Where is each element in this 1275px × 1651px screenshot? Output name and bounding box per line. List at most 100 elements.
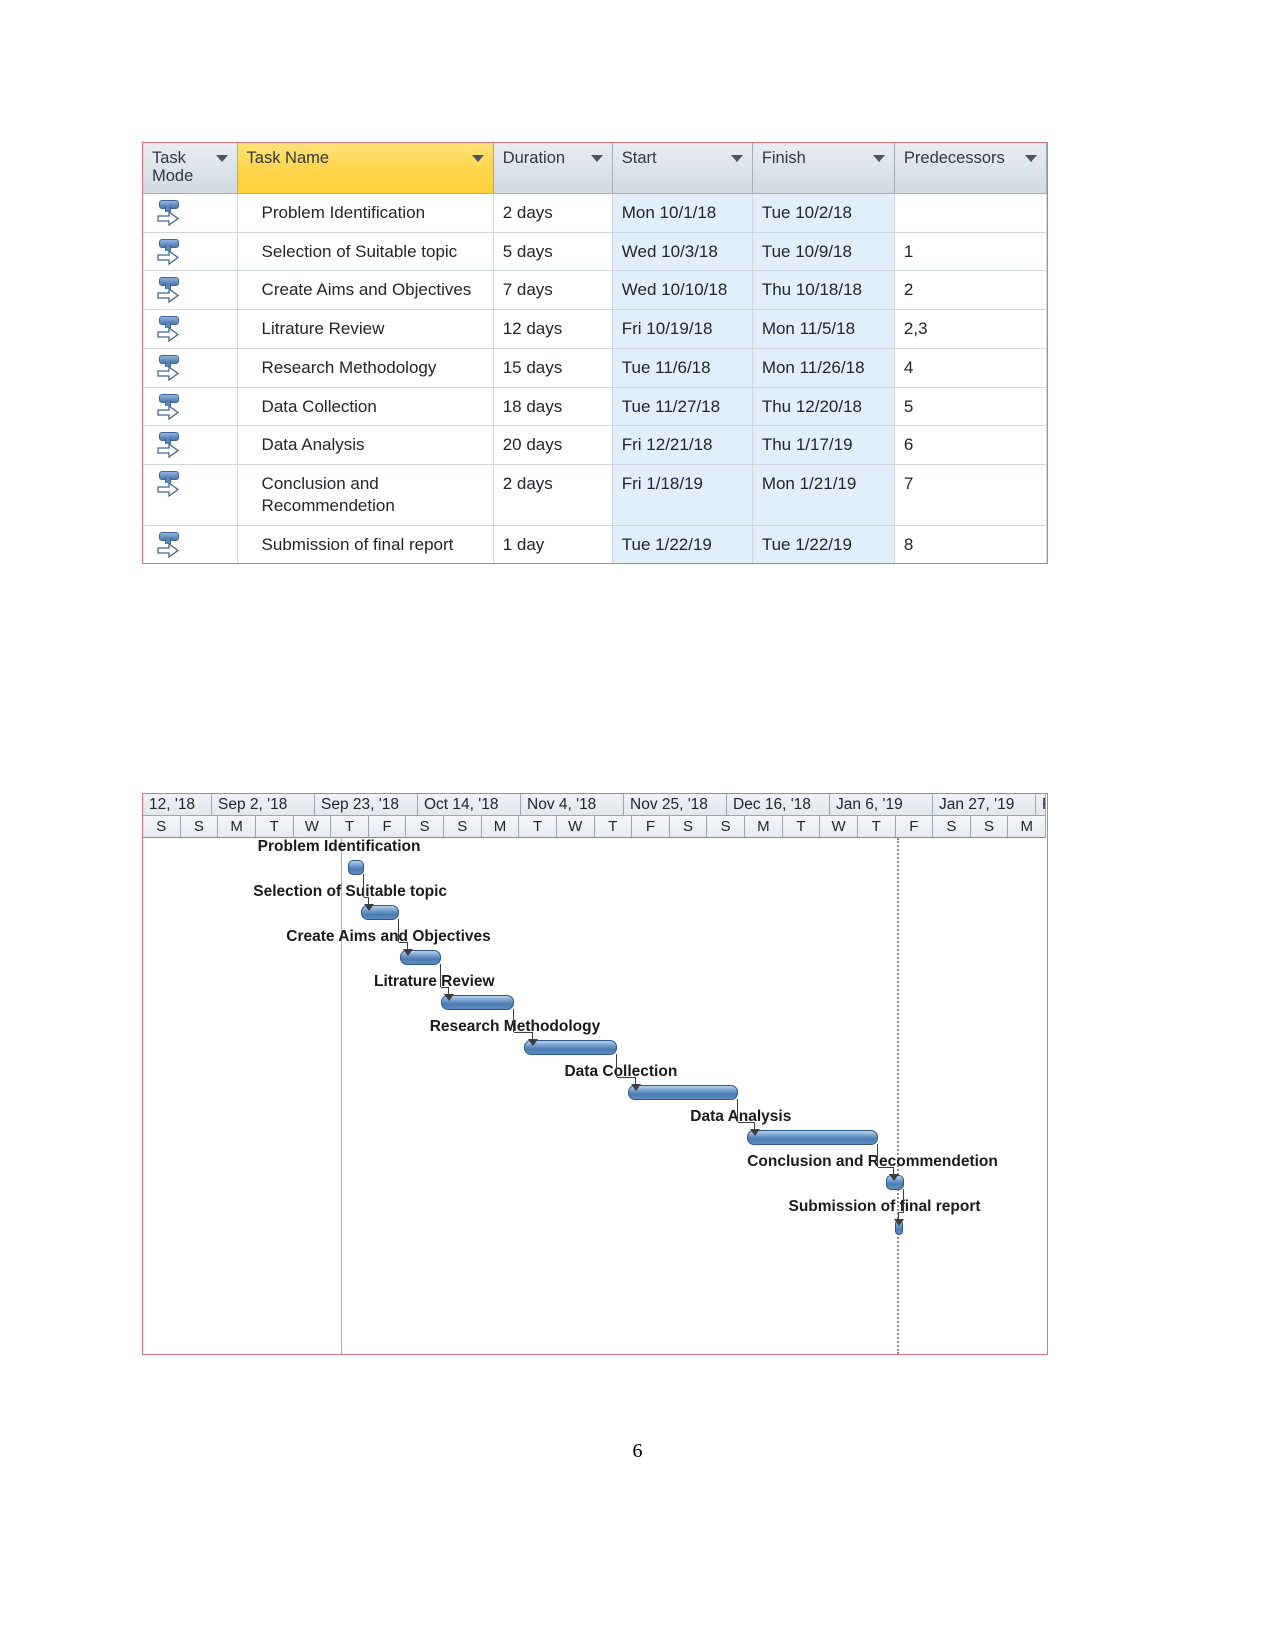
filter-arrow-icon-finish[interactable] <box>872 155 885 162</box>
cell-duration[interactable]: 12 days <box>493 309 613 349</box>
cell-task-mode[interactable] <box>143 387 238 427</box>
cell-predecessors[interactable]: 2 <box>894 270 1048 311</box>
cell-task-mode[interactable] <box>143 425 238 466</box>
gantt-bar[interactable] <box>627 1085 738 1100</box>
dependency-arrow-icon <box>630 1084 641 1091</box>
cell-task-mode[interactable] <box>143 270 238 311</box>
table-row[interactable]: Data Analysis 20 days Fri 12/21/18 Thu 1/17… <box>143 425 1048 466</box>
gantt-plot-area[interactable]: Problem Identification Selection of Suita… <box>143 838 1047 1354</box>
cell-start[interactable]: Tue 11/6/18 <box>612 348 753 388</box>
cell-task-name[interactable]: Create Aims and Objectives <box>237 270 494 311</box>
gantt-bar[interactable] <box>524 1040 617 1055</box>
cell-duration[interactable]: 1 day <box>493 525 613 564</box>
cell-predecessors[interactable]: 1 <box>894 232 1048 272</box>
cell-task-name[interactable]: Data Collection <box>237 387 494 427</box>
cell-predecessors[interactable]: 2,3 <box>894 309 1048 349</box>
cell-task-mode[interactable] <box>143 232 238 272</box>
gantt-bar-label: Create Aims and Objectives <box>286 928 491 945</box>
timeline-day-label: T <box>519 816 557 838</box>
cell-predecessors[interactable]: 6 <box>894 425 1048 466</box>
cell-task-name[interactable]: Data Analysis <box>237 425 494 466</box>
cell-task-name[interactable]: Selection of Suitable topic <box>237 232 494 272</box>
filter-arrow-icon-start[interactable] <box>730 155 743 162</box>
cell-finish[interactable]: Mon 1/21/19 <box>752 464 895 526</box>
cell-task-name[interactable]: Problem Identification <box>237 193 494 233</box>
dependency-link <box>876 1144 878 1167</box>
column-header-task-name[interactable]: Task Name <box>237 143 494 194</box>
table-row[interactable]: Conclusion and Recommendetion 2 days Fri 1… <box>143 464 1048 526</box>
cell-start[interactable]: Wed 10/10/18 <box>612 270 753 311</box>
cell-predecessors[interactable]: 7 <box>894 464 1048 526</box>
table-row[interactable]: Data Collection 18 days Tue 11/27/18 Thu 12… <box>143 387 1048 427</box>
timeline-day-label: F <box>368 816 407 838</box>
column-header-finish[interactable]: Finish <box>752 143 895 194</box>
dependency-arrow-icon <box>750 1129 760 1136</box>
cell-duration[interactable]: 2 days <box>493 193 613 233</box>
cell-start[interactable]: Fri 10/19/18 <box>612 309 753 349</box>
cell-start[interactable]: Tue 1/22/19 <box>612 525 753 564</box>
cell-finish[interactable]: Mon 11/5/18 <box>752 309 895 349</box>
cell-task-name[interactable]: Submission of final report <box>237 525 494 564</box>
cell-predecessors[interactable]: 5 <box>894 387 1048 427</box>
timeline-day-label: S <box>180 816 219 838</box>
gantt-bar[interactable] <box>746 1130 878 1145</box>
filter-arrow-icon-predecessors[interactable] <box>1025 155 1037 162</box>
timeline-day-label: W <box>293 816 332 838</box>
timeline-day-header[interactable]: SSMTWTFSSMTWTFSSMTWTFSSM <box>143 816 1047 838</box>
cell-duration[interactable]: 7 days <box>493 270 613 311</box>
cell-finish[interactable]: Thu 1/17/19 <box>752 425 895 466</box>
cell-finish[interactable]: Tue 10/9/18 <box>752 232 895 272</box>
cell-duration[interactable]: 20 days <box>493 425 613 466</box>
table-row[interactable]: Create Aims and Objectives 7 days Wed 10/1… <box>143 270 1048 311</box>
cell-finish[interactable]: Tue 1/22/19 <box>752 525 895 564</box>
dependency-link <box>615 1054 617 1077</box>
table-row[interactable]: Litrature Review 12 days Fri 10/19/18 Mon 1… <box>143 309 1048 349</box>
column-header-task-mode[interactable]: Task Mode <box>143 143 238 194</box>
cell-predecessors[interactable]: 4 <box>894 348 1048 388</box>
table-row[interactable]: Problem Identification 2 days Mon 10/1/18 T… <box>143 193 1048 233</box>
cell-duration[interactable]: 5 days <box>493 232 613 272</box>
cell-duration[interactable]: 18 days <box>493 387 613 427</box>
dependency-link <box>877 1167 895 1168</box>
project-start-line <box>340 838 342 1354</box>
cell-start[interactable]: Fri 12/21/18 <box>612 425 753 466</box>
filter-arrow-icon-task-name[interactable] <box>471 155 484 162</box>
cell-task-mode[interactable] <box>143 309 238 349</box>
gantt-bar[interactable] <box>348 860 364 875</box>
column-header-start-label: Start <box>621 149 657 167</box>
column-header-start[interactable]: Start <box>612 143 753 194</box>
cell-finish[interactable]: Tue 10/2/18 <box>752 193 895 233</box>
cell-finish[interactable]: Thu 10/18/18 <box>752 270 895 311</box>
timeline-week-label: Feb <box>1036 794 1046 816</box>
timeline-week-label: 12, '18 <box>143 794 212 816</box>
cell-predecessors[interactable] <box>894 193 1048 233</box>
cell-finish[interactable]: Thu 12/20/18 <box>752 387 895 427</box>
cell-task-mode[interactable] <box>143 525 238 564</box>
table-row[interactable]: Selection of Suitable topic 5 days Wed 10/… <box>143 232 1048 272</box>
cell-duration[interactable]: 2 days <box>493 464 613 526</box>
table-row[interactable]: Research Methodology 15 days Tue 11/6/18 Mo… <box>143 348 1048 388</box>
cell-task-mode[interactable] <box>143 348 238 388</box>
column-header-predecessors[interactable]: Predecessors <box>894 143 1048 194</box>
cell-start[interactable]: Fri 1/18/19 <box>612 464 753 526</box>
cell-start[interactable]: Mon 10/1/18 <box>612 193 753 233</box>
cell-predecessors[interactable]: 8 <box>894 525 1048 564</box>
cell-start[interactable]: Wed 10/3/18 <box>612 232 753 272</box>
cell-finish[interactable]: Mon 11/26/18 <box>752 348 895 388</box>
column-header-predecessors-label: Predecessors <box>903 149 1005 167</box>
timeline-week-header[interactable]: 12, '18 Sep 2, '18 Sep 23, '18 Oct 14, '18 N… <box>143 794 1047 816</box>
filter-arrow-icon-duration[interactable] <box>590 155 603 162</box>
cell-start[interactable]: Tue 11/27/18 <box>612 387 753 427</box>
cell-task-mode[interactable] <box>143 464 238 526</box>
cell-task-name[interactable]: Research Methodology <box>237 348 494 388</box>
column-header-duration[interactable]: Duration <box>493 143 613 194</box>
table-row[interactable]: Submission of final report 1 day Tue 1/22/… <box>143 525 1048 564</box>
cell-task-name[interactable]: Litrature Review <box>237 309 494 349</box>
gantt-chart-panel: 12, '18 Sep 2, '18 Sep 23, '18 Oct 14, '18 N… <box>142 793 1048 1355</box>
cell-duration[interactable]: 15 days <box>493 348 613 388</box>
cell-task-mode[interactable] <box>143 193 238 233</box>
filter-arrow-icon-task-mode[interactable] <box>215 155 228 162</box>
timeline-week-label: Nov 25, '18 <box>624 794 727 816</box>
cell-task-name[interactable]: Conclusion and Recommendetion <box>237 464 494 526</box>
dependency-link <box>440 964 442 987</box>
